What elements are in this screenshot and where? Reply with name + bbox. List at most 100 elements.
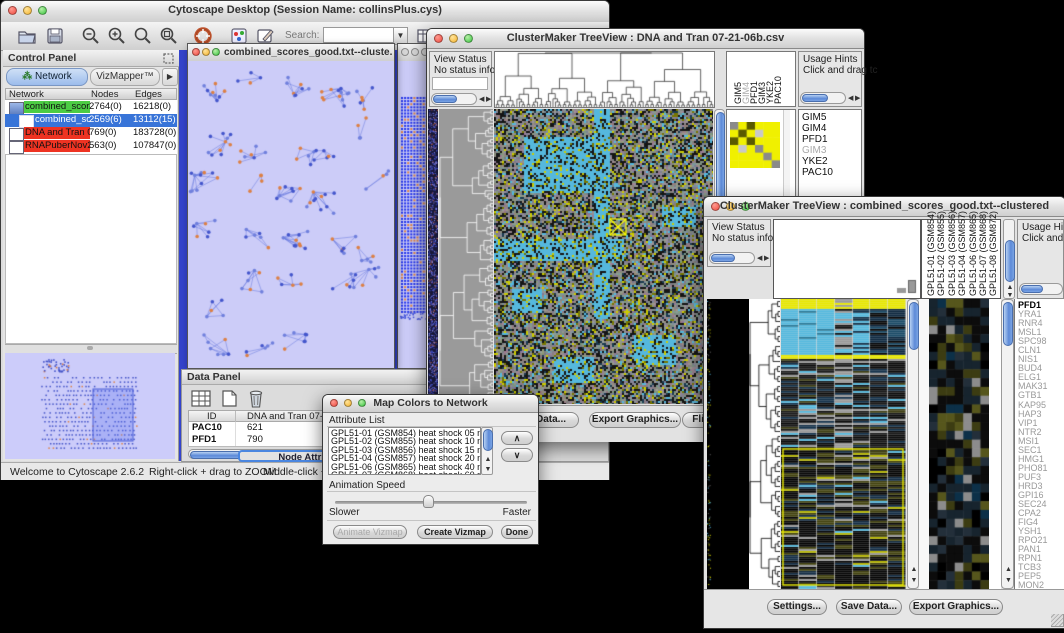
- treeview2-collabel-scrollbar[interactable]: ▲ ▼: [1003, 219, 1015, 299]
- scroll-right-arrow[interactable]: ▶: [855, 95, 860, 102]
- attribute-list-item[interactable]: GPL51-01 (GSM854) heat shock 05 min: [331, 429, 480, 437]
- animate-vizmapbutton[interactable]: Animate Vizmap: [333, 525, 407, 539]
- treeview2-genelist-scrollbar[interactable]: ▲ ▼: [1001, 299, 1014, 589]
- row-label[interactable]: PFD1: [802, 134, 861, 145]
- open-file-icon[interactable]: [17, 26, 37, 46]
- float-panel-icon[interactable]: [163, 53, 174, 64]
- zoom-out-icon[interactable]: [81, 26, 101, 46]
- export-graphics-button[interactable]: Export Graphics...: [909, 599, 1003, 615]
- network-name: DNA and Tran 07: [24, 127, 90, 139]
- network1-canvas[interactable]: [188, 61, 394, 368]
- usage-hints-title: Usage Hints: [803, 54, 857, 65]
- attribute-list-item[interactable]: GPL51-04 (GSM857) heat shock 20 min: [331, 454, 480, 462]
- row-id: PAC10: [192, 422, 222, 433]
- scroll-up-arrow[interactable]: ▲: [1007, 284, 1014, 291]
- close-button[interactable]: [401, 48, 409, 56]
- zoom-selected-icon[interactable]: [159, 26, 179, 46]
- scroll-left-arrow[interactable]: ◀: [757, 255, 762, 262]
- scroll-left-arrow[interactable]: ◀: [479, 96, 484, 103]
- treeview2-row-dendrogram[interactable]: [749, 299, 780, 589]
- treeview2-titlebar[interactable]: ClusterMaker TreeView : combined_scores_…: [704, 197, 1064, 217]
- row-label[interactable]: GIM4: [802, 123, 861, 134]
- attribute-table-icon[interactable]: [190, 389, 212, 408]
- scroll-right-arrow[interactable]: ▶: [764, 255, 769, 262]
- network-table-row[interactable]: combined_sco2569(6)13112(15): [5, 114, 177, 127]
- scroll-down-arrow[interactable]: ▼: [911, 577, 918, 584]
- view-status-text: No status info f: [712, 233, 779, 244]
- treeview1-zoom-heatmap[interactable]: [730, 122, 780, 168]
- scroll-right-arrow[interactable]: ▶: [486, 96, 491, 103]
- main-titlebar[interactable]: Cytoscape Desktop (Session Name: collins…: [1, 1, 609, 23]
- view-status-hscrollbar[interactable]: [431, 93, 477, 105]
- scroll-down-arrow[interactable]: ▼: [1005, 577, 1012, 584]
- create-vizmapbutton[interactable]: Create Vizmap: [417, 525, 493, 539]
- new-attribute-icon[interactable]: [218, 389, 240, 408]
- gene-label[interactable]: MON2: [1018, 581, 1064, 589]
- attribute-list-label: Attribute List: [329, 415, 385, 426]
- tab-overflow-button[interactable]: ▶: [162, 68, 178, 86]
- network-doc-icon: [9, 141, 24, 154]
- treeview2-heatmap-vscrollbar[interactable]: ▲ ▼: [907, 299, 919, 589]
- treeview1-row-dendrogram[interactable]: [439, 109, 493, 404]
- network1-titlebar[interactable]: combined_scores_good.txt--cluste...: [188, 44, 394, 62]
- treeview2-column-dendrogram[interactable]: [773, 219, 921, 299]
- animation-speed-slider-thumb[interactable]: [423, 495, 434, 508]
- save-icon[interactable]: [45, 26, 65, 46]
- move-down-button[interactable]: ∨: [501, 448, 533, 462]
- scroll-left-arrow[interactable]: ◀: [848, 95, 853, 102]
- dialog-button-bar: Animate Vizmap Create Vizmap Done: [323, 523, 538, 543]
- scroll-up-arrow[interactable]: ▲: [911, 566, 918, 573]
- treeview2-global-strip[interactable]: [707, 299, 749, 589]
- network-table-row[interactable]: RNAPuberNov2+563(0)107847(0): [5, 140, 177, 153]
- scroll-down-arrow[interactable]: ▼: [485, 466, 492, 473]
- usage-hints-hscrollbar[interactable]: [1019, 283, 1063, 295]
- treeview1-global-strip[interactable]: [428, 109, 438, 404]
- scroll-up-arrow[interactable]: ▲: [1005, 566, 1012, 573]
- treeview2-heatmap[interactable]: [781, 299, 906, 589]
- treeview2-zoom-heatmap[interactable]: [929, 299, 989, 589]
- row-label[interactable]: PAC10: [802, 167, 861, 178]
- column-label: PAC10: [773, 76, 783, 104]
- attribute-list-item[interactable]: GPL51-02 (GSM855) heat shock 10 min: [331, 437, 480, 445]
- tab-vizmapper[interactable]: VizMapper™: [90, 68, 160, 86]
- resize-grip[interactable]: [1051, 614, 1064, 627]
- view-status-title: View Status: [434, 54, 487, 65]
- row-label[interactable]: GIM3: [802, 145, 861, 156]
- attribute-list-scrollbar[interactable]: ▲ ▼: [481, 427, 493, 475]
- view-status-hscrollbar[interactable]: [709, 252, 755, 264]
- zoom-button[interactable]: [212, 48, 220, 56]
- network-table-row[interactable]: DNA and Tran 07769(0)183728(0): [5, 127, 177, 140]
- row-label[interactable]: GIM5: [802, 112, 861, 123]
- export-graphics-button[interactable]: Export Graphics...: [589, 412, 681, 428]
- delete-attribute-icon[interactable]: [246, 388, 266, 409]
- attribute-list-item[interactable]: GPL51-03 (GSM856) heat shock 15 min: [331, 446, 480, 454]
- zoom-fit-icon[interactable]: [133, 26, 153, 46]
- dialog-titlebar[interactable]: Map Colors to Network: [323, 395, 538, 413]
- treeview1-titlebar[interactable]: ClusterMaker TreeView : DNA and Tran 07-…: [427, 29, 864, 49]
- treeview1-heatmap[interactable]: [494, 109, 713, 404]
- network-edges: 16218(0): [133, 101, 171, 113]
- minimize-button[interactable]: [411, 48, 419, 56]
- attribute-list[interactable]: GPL51-01 (GSM854) heat shock 05 minGPL51…: [328, 427, 481, 475]
- row-label[interactable]: YKE2: [802, 156, 861, 167]
- network-edges: 183728(0): [133, 127, 176, 139]
- attribute-list-item[interactable]: GPL51-06 (GSM865) heat shock 40 min: [331, 463, 480, 471]
- attribute-list-item[interactable]: GPL51-07 (GSM868) heat shock 60 min: [331, 471, 480, 475]
- network-table-row[interactable]: combined_scores2764(0)16218(0): [5, 101, 177, 114]
- row-id: PFD1: [192, 434, 216, 445]
- tab-network[interactable]: ⁂ Network: [6, 68, 88, 86]
- scroll-down-arrow[interactable]: ▼: [1007, 292, 1014, 299]
- scroll-up-arrow[interactable]: ▲: [485, 456, 492, 463]
- zoom-in-icon[interactable]: [107, 26, 127, 46]
- save-data-button[interactable]: Save Data...: [836, 599, 902, 615]
- treeview1-usage-hints-panel: Usage Hints Click and drag tc ◀ ▶: [798, 51, 862, 107]
- usage-hints-hscrollbar[interactable]: [800, 92, 846, 104]
- birdseye-view-canvas[interactable]: [5, 353, 175, 459]
- move-up-button[interactable]: ∧: [501, 431, 533, 445]
- minimize-button[interactable]: [202, 48, 210, 56]
- treeview1-column-dendrogram[interactable]: [494, 51, 715, 108]
- settings-button[interactable]: Settings...: [767, 599, 827, 615]
- close-button[interactable]: [192, 48, 200, 56]
- search-input[interactable]: [323, 27, 395, 43]
- donebutton[interactable]: Done: [501, 525, 533, 539]
